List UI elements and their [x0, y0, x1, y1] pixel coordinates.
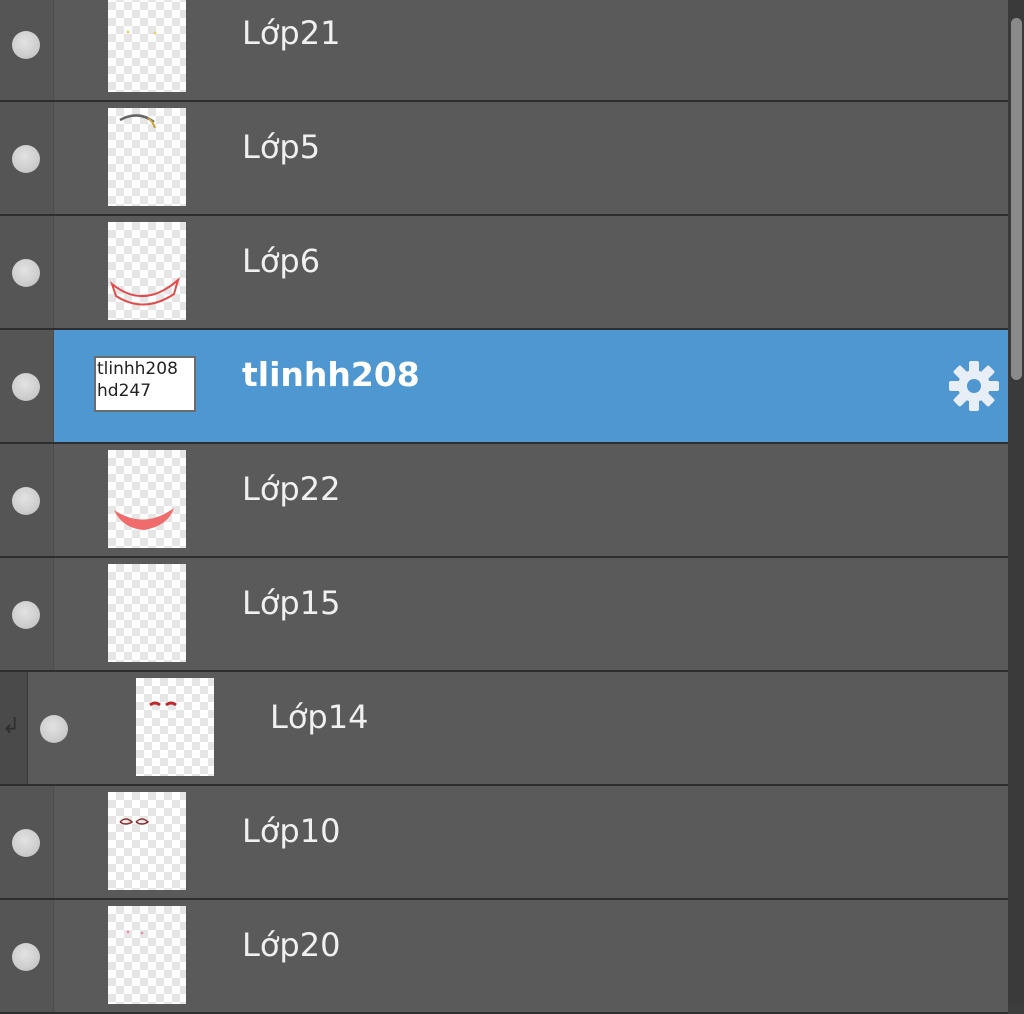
- scrollbar-thumb[interactable]: [1011, 18, 1022, 380]
- gear-icon[interactable]: [948, 360, 1000, 412]
- layer-thumbnail: [108, 0, 186, 92]
- eye-toggle-icon[interactable]: [12, 31, 40, 59]
- layer-thumbnail: [108, 108, 186, 206]
- eye-toggle-icon[interactable]: [12, 373, 40, 401]
- vertical-scrollbar[interactable]: [1008, 0, 1024, 1004]
- layer-thumbnail: [108, 222, 186, 320]
- layer-row-lop22[interactable]: Lớp22: [0, 444, 1008, 558]
- layer-name: Lớp20: [242, 926, 341, 964]
- layer-name: Lớp14: [270, 698, 369, 736]
- clipping-indicator: ↲: [0, 672, 28, 784]
- layer-name: tlinhh208: [242, 355, 420, 394]
- layer-row-lop6[interactable]: Lớp6: [0, 216, 1008, 330]
- eye-toggle-icon[interactable]: [12, 145, 40, 173]
- eye-toggle-icon[interactable]: [12, 601, 40, 629]
- clipping-arrow-icon: ↲: [1, 714, 21, 739]
- layer-thumbnail: [108, 792, 186, 890]
- eye-toggle-icon[interactable]: [12, 943, 40, 971]
- layer-name: Lớp10: [242, 812, 341, 850]
- layer-panel: Lớp21 Lớp5 Lớp6 tlinhh208 hd247 tlinhh20…: [0, 0, 1008, 1014]
- layer-thumbnail: [136, 678, 214, 776]
- layer-row-lop10[interactable]: Lớp10: [0, 786, 1008, 900]
- layer-name: Lớp15: [242, 584, 341, 622]
- eye-toggle-icon[interactable]: [12, 829, 40, 857]
- layer-row-lop21[interactable]: Lớp21: [0, 0, 1008, 102]
- eye-toggle-icon[interactable]: [12, 487, 40, 515]
- layer-thumbnail: [108, 450, 186, 548]
- layer-row-lop20[interactable]: Lớp20: [0, 900, 1008, 1014]
- layer-name: Lớp21: [242, 14, 341, 52]
- layer-row-lop15[interactable]: Lớp15: [0, 558, 1008, 672]
- layer-row-tlinhh208[interactable]: tlinhh208 hd247 tlinhh208: [0, 330, 1008, 444]
- selection-highlight: [54, 330, 1008, 442]
- layer-name: Lớp22: [242, 470, 341, 508]
- layer-name: Lớp5: [242, 128, 321, 166]
- layer-row-lop5[interactable]: Lớp5: [0, 102, 1008, 216]
- layer-thumbnail: [108, 564, 186, 662]
- text-layer-thumbnail: tlinhh208 hd247: [94, 356, 196, 412]
- layer-thumbnail: [108, 906, 186, 1004]
- eye-toggle-icon[interactable]: [12, 259, 40, 287]
- eye-toggle-icon[interactable]: [40, 715, 68, 743]
- layer-name: Lớp6: [242, 242, 321, 280]
- layer-row-lop14[interactable]: ↲ Lớp14: [0, 672, 1008, 786]
